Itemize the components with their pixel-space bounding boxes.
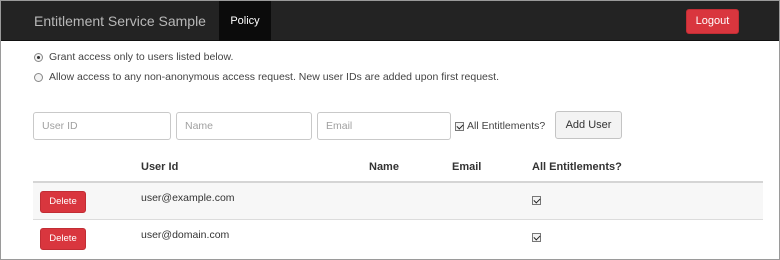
column-header-all-entitlements: All Entitlements? [532,161,622,173]
table-row: Delete user@domain.com [33,220,763,256]
tab-policy[interactable]: Policy [219,1,271,41]
top-navbar: Entitlement Service Sample Policy Logout [1,1,779,41]
radio-button-selected[interactable] [34,52,43,62]
user-id-cell: user@example.com [141,192,235,204]
user-id-cell: user@domain.com [141,229,230,241]
radio-label-listed-only: Grant access only to users listed below. [49,51,234,63]
email-input[interactable] [317,112,451,140]
radio-label-any-non-anonymous: Allow access to any non-anonymous access… [49,71,499,83]
user-id-input[interactable] [33,112,171,140]
column-header-email: Email [452,161,482,173]
column-header-user-id: User Id [141,161,179,173]
column-header-name: Name [369,161,399,173]
all-entitlements-checkbox[interactable] [455,121,464,131]
all-entitlements-cell-checkbox[interactable] [532,233,541,242]
table-row: Delete user@example.com [33,183,763,219]
app-brand[interactable]: Entitlement Service Sample [34,13,206,29]
radio-button-unselected[interactable] [34,72,43,82]
all-entitlements-cell-checkbox[interactable] [532,196,541,205]
all-entitlements-label: All Entitlements? [467,120,546,132]
delete-button[interactable]: Delete [40,191,86,213]
name-input[interactable] [176,112,312,140]
radio-option-listed-only[interactable]: Grant access only to users listed below. [34,50,233,64]
all-entitlements-toggle[interactable]: All Entitlements? [455,120,545,132]
add-user-button[interactable]: Add User [555,111,622,139]
delete-button[interactable]: Delete [40,228,86,250]
logout-button[interactable]: Logout [686,9,739,34]
radio-option-any-non-anonymous[interactable]: Allow access to any non-anonymous access… [34,70,499,84]
